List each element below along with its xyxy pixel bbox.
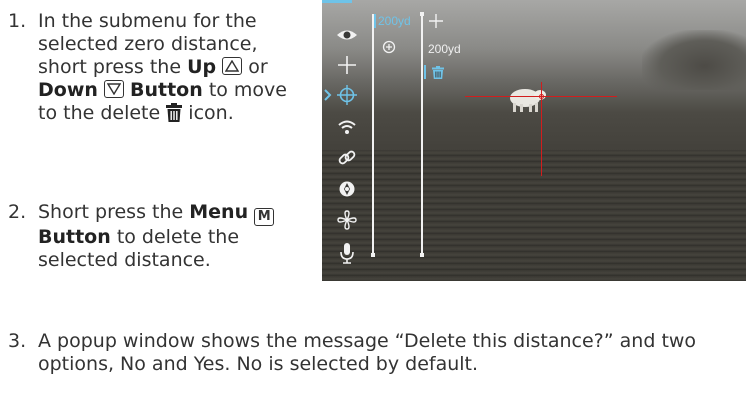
submenu-divider-end: [419, 12, 424, 16]
tree-background: [642, 30, 746, 90]
trash-icon[interactable]: [432, 66, 444, 79]
crosshair-icon[interactable]: [334, 54, 360, 76]
selected-chevron-icon: [324, 89, 332, 101]
microphone-icon[interactable]: [334, 242, 360, 264]
down-label: Down: [38, 79, 98, 101]
zero-target-icon[interactable]: [334, 84, 360, 106]
aperture-icon[interactable]: [334, 178, 360, 200]
step-body: Short press the Menu M Button to delete …: [38, 201, 288, 272]
button-label: Button: [130, 79, 203, 101]
step-number: 3.: [8, 330, 27, 352]
step-text: Short press the: [38, 201, 184, 223]
eye-icon[interactable]: [334, 24, 360, 46]
button-label: Button: [38, 226, 111, 248]
submenu-divider-end: [419, 253, 424, 257]
step-text: icon.: [188, 102, 234, 124]
trash-icon: [166, 103, 183, 128]
menu-tab-indicator: [322, 0, 352, 3]
fan-icon[interactable]: [334, 209, 360, 231]
distance-list-item[interactable]: 200yd: [428, 42, 461, 56]
distance-selection-marker: [374, 14, 376, 28]
submenu-divider-line: [421, 14, 423, 255]
crosshair-icon[interactable]: [428, 13, 444, 29]
menu-divider-end: [370, 253, 375, 257]
up-button-icon: [222, 57, 243, 75]
selected-distance-label[interactable]: 200yd: [378, 14, 411, 28]
menu-divider-line: [372, 14, 374, 255]
grass-background: [322, 150, 746, 281]
step-number: 2.: [8, 201, 27, 223]
device-screen: 200yd 200yd: [322, 0, 746, 281]
step-number: 1.: [8, 10, 27, 32]
step-body: A popup window shows the message “Delete…: [38, 330, 697, 375]
menu-label: Menu: [189, 201, 249, 223]
up-label: Up: [187, 56, 217, 78]
wifi-icon[interactable]: [334, 116, 360, 138]
menu-button-icon: M: [254, 208, 275, 226]
delete-selection-marker: [424, 65, 426, 79]
link-icon[interactable]: [334, 147, 360, 169]
reticle-center-dot: [539, 94, 544, 99]
step-text: or: [248, 56, 268, 78]
down-button-icon: [103, 80, 124, 98]
add-distance-icon[interactable]: [382, 40, 396, 54]
step-body: In the submenu for the selected zero dis…: [38, 10, 308, 128]
